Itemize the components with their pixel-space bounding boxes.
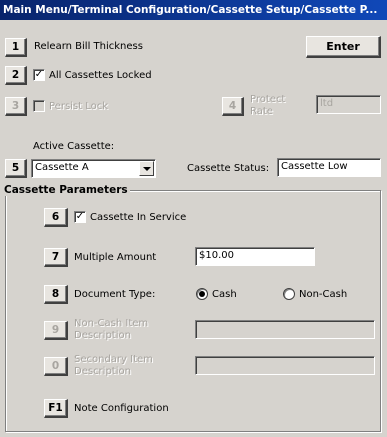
- relearn-label: Relearn Bill Thickness: [34, 41, 143, 52]
- protect-rate-field: ltd: [316, 95, 381, 114]
- secondary-description-label-1: Secondary Item: [74, 354, 153, 365]
- active-cassette-dropdown[interactable]: Cassette A: [31, 159, 156, 178]
- noncash-label: Non-Cash: [299, 289, 348, 300]
- chevron-down-icon[interactable]: [139, 161, 154, 176]
- note-configuration-label: Note Configuration: [74, 403, 169, 414]
- noncash-radio[interactable]: [283, 288, 295, 300]
- persist-lock-checkbox: [33, 100, 45, 112]
- protect-rate-label-1: Protect: [250, 94, 286, 105]
- window-title: Main Menu/Terminal Configuration/Cassett…: [0, 0, 387, 20]
- key-secondary-description: 0: [44, 357, 68, 376]
- key-noncash-description: 9: [44, 321, 68, 340]
- secondary-description-label-2: Description: [74, 366, 131, 377]
- cash-label: Cash: [212, 289, 237, 300]
- active-cassette-value: Cassette A: [35, 162, 89, 173]
- all-locked-label: All Cassettes Locked: [49, 70, 152, 81]
- cassette-status-label: Cassette Status:: [187, 163, 270, 174]
- secondary-description-field: [195, 356, 375, 375]
- key-all-locked[interactable]: 2: [5, 66, 27, 85]
- persist-lock-label: Persist Lock: [49, 101, 109, 112]
- cash-radio[interactable]: [196, 288, 208, 300]
- key-multiple-amount[interactable]: 7: [44, 248, 68, 267]
- protect-rate-label-2: Rate: [250, 106, 273, 117]
- key-relearn[interactable]: 1: [5, 38, 27, 57]
- key-note-configuration[interactable]: F1: [44, 399, 68, 418]
- active-cassette-label: Active Cassette:: [33, 141, 115, 152]
- multiple-amount-field[interactable]: $10.00: [195, 247, 315, 266]
- noncash-description-field: [195, 320, 375, 339]
- key-active-cassette[interactable]: 5: [5, 159, 27, 178]
- key-document-type[interactable]: 8: [44, 285, 68, 304]
- all-locked-checkbox[interactable]: ✓: [33, 69, 45, 81]
- in-service-label: Cassette In Service: [90, 212, 187, 223]
- cassette-parameters-title: Cassette Parameters: [2, 184, 130, 196]
- enter-button[interactable]: Enter: [306, 36, 381, 58]
- key-persist-lock: 3: [5, 97, 27, 116]
- key-protect-rate: 4: [222, 97, 244, 116]
- document-type-label: Document Type:: [74, 289, 156, 300]
- noncash-description-label-1: Non-Cash Item: [74, 318, 149, 329]
- key-in-service[interactable]: 6: [44, 208, 68, 227]
- in-service-checkbox[interactable]: ✓: [74, 211, 86, 223]
- cassette-status-field: Cassette Low: [277, 158, 381, 177]
- multiple-amount-label: Multiple Amount: [74, 252, 157, 263]
- noncash-description-label-2: Description: [74, 330, 131, 341]
